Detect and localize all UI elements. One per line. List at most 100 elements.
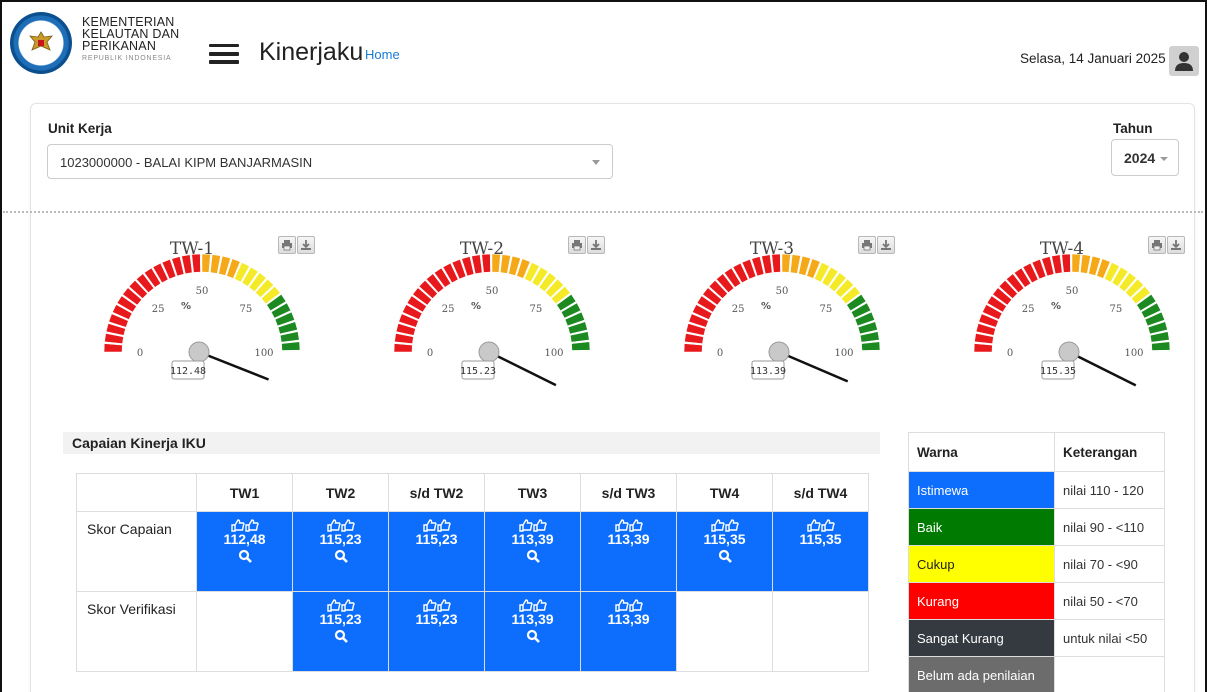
gauge-3: TW-3 0 25 50 75 100% 113.39 <box>660 232 880 402</box>
legend-color-swatch: Kurang <box>908 582 1055 620</box>
gauge-unit: % <box>181 301 191 312</box>
iku-column-header <box>76 473 197 512</box>
print-icon <box>862 240 872 251</box>
print-button[interactable] <box>278 236 296 254</box>
gauge-tick-label: 100 <box>834 348 853 359</box>
thumbs-up-icon <box>230 519 259 532</box>
legend-color-swatch: Baik <box>908 508 1055 546</box>
gauge-tick-label: 75 <box>1109 304 1122 315</box>
download-icon <box>881 240 891 250</box>
score-value: 113,39 <box>607 611 650 627</box>
print-button[interactable] <box>1148 236 1166 254</box>
gauge-band-segment <box>104 333 124 344</box>
unit-kerja-label: Unit Kerja <box>48 121 112 136</box>
legend-description: nilai 110 - 120 <box>1054 471 1165 509</box>
iku-column-header: s/d TW2 <box>388 473 485 512</box>
gauge-2: TW-2 0 25 50 75 100% 115.23 <box>370 232 590 402</box>
gauge-tick-label: 75 <box>529 304 542 315</box>
tahun-label: Tahun <box>1113 121 1153 136</box>
legend-color-swatch: Sangat Kurang <box>908 619 1055 657</box>
score-value: 115,35 <box>703 531 746 547</box>
score-cell[interactable]: 113,39 <box>580 511 677 592</box>
score-cell[interactable]: 112,48 <box>196 511 293 592</box>
unit-kerja-select[interactable]: 1023000000 - BALAI KIPM BANJARMASIN <box>47 144 613 179</box>
score-cell[interactable]: 115,23 <box>388 511 485 592</box>
download-button[interactable] <box>1167 236 1185 254</box>
app-title: Kinerjaku <box>259 38 364 66</box>
gauge-export-buttons <box>1148 236 1186 254</box>
score-value: 115,23 <box>415 531 458 547</box>
search-icon[interactable] <box>334 629 348 643</box>
score-cell[interactable]: 115,23 <box>388 591 485 672</box>
legend-row: Istimewa nilai 110 - 120 <box>908 471 1165 509</box>
gauge-title: TW-1 <box>170 239 214 259</box>
gauge-unit: % <box>1051 301 1061 312</box>
legend-color-swatch: Istimewa <box>908 471 1055 509</box>
download-button[interactable] <box>877 236 895 254</box>
empty-cell <box>676 591 773 672</box>
score-cell[interactable]: 115,35 <box>772 511 869 592</box>
current-date: Selasa, 14 Januari 2025 <box>1020 51 1166 66</box>
hamburger-icon[interactable] <box>209 44 239 64</box>
gauge-band-segment <box>394 333 414 344</box>
iku-column-header: TW2 <box>292 473 389 512</box>
gauge-title: TW-2 <box>460 239 504 259</box>
score-cell[interactable]: 115,35 <box>676 511 773 592</box>
print-button[interactable] <box>568 236 586 254</box>
search-icon[interactable] <box>526 549 540 563</box>
empty-cell <box>196 591 293 672</box>
search-icon[interactable] <box>526 629 540 643</box>
score-value: 112,48 <box>223 531 266 547</box>
gauge-tick-label: 0 <box>427 348 433 359</box>
score-value: 113,39 <box>511 611 554 627</box>
gauge-band-segment <box>393 343 413 353</box>
score-value: 115,23 <box>319 531 362 547</box>
chevron-down-icon <box>592 160 600 165</box>
download-button[interactable] <box>297 236 315 254</box>
score-cell[interactable]: 113,39 <box>484 511 581 592</box>
thumbs-up-icon <box>422 599 451 612</box>
search-icon[interactable] <box>334 549 348 563</box>
table-row: Skor Verifikasi 115,23 115,23 113,39 113,39 <box>76 591 869 672</box>
score-value: 113,39 <box>607 531 650 547</box>
gauge-hub <box>1058 341 1080 363</box>
divider <box>3 211 1203 213</box>
gauge-tick-label: 100 <box>1124 348 1143 359</box>
download-icon <box>591 240 601 250</box>
thumbs-up-icon <box>614 599 643 612</box>
gauge-tick-label: 25 <box>442 304 455 315</box>
search-icon[interactable] <box>238 549 252 563</box>
score-value: 115,23 <box>319 611 362 627</box>
legend-row: Kurang nilai 50 - <70 <box>908 582 1165 620</box>
thumbs-up-icon <box>326 599 355 612</box>
gauge-tick-label: 50 <box>486 286 499 297</box>
print-icon <box>1152 240 1162 251</box>
gauge-band-segment <box>683 343 703 353</box>
iku-row-label: Skor Capaian <box>76 511 197 592</box>
user-menu-button[interactable] <box>1169 46 1199 76</box>
user-icon <box>1175 52 1193 71</box>
score-cell[interactable]: 113,39 <box>484 591 581 672</box>
gauge-band-segment <box>974 333 994 344</box>
search-icon[interactable] <box>718 549 732 563</box>
gauge-value: 112.48 <box>170 366 206 377</box>
iku-header-row: TW1 TW2 s/d TW2 TW3 s/d TW3 TW4 s/d TW4 <box>76 473 869 512</box>
iku-row-label: Skor Verifikasi <box>76 591 197 672</box>
gauge-title: TW-3 <box>750 239 794 259</box>
download-button[interactable] <box>587 236 605 254</box>
thumbs-up-icon <box>518 519 547 532</box>
gauge-band-segment <box>861 341 880 351</box>
legend-header-row: Warna Keterangan <box>908 432 1165 472</box>
legend-row: Belum ada penilaian <box>908 656 1165 692</box>
score-cell[interactable]: 115,23 <box>292 591 389 672</box>
gauge-tick-label: 25 <box>1022 304 1035 315</box>
legend-description: untuk nilai <50 <box>1054 619 1165 657</box>
print-button[interactable] <box>858 236 876 254</box>
score-cell[interactable]: 113,39 <box>580 591 677 672</box>
score-cell[interactable]: 115,23 <box>292 511 389 592</box>
home-link[interactable]: Home <box>365 47 400 62</box>
gauge-unit: % <box>761 301 771 312</box>
tahun-select[interactable]: 2024 <box>1111 139 1179 176</box>
score-value: 113,39 <box>511 531 554 547</box>
unit-kerja-value: 1023000000 - BALAI KIPM BANJARMASIN <box>60 155 313 170</box>
